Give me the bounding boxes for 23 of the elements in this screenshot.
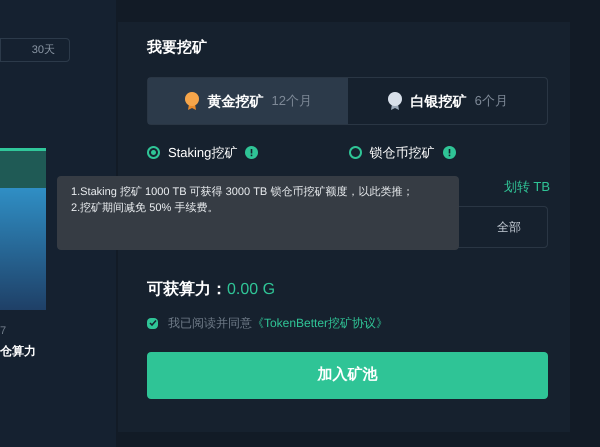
- radio-button[interactable]: [147, 146, 160, 160]
- period-selector[interactable]: 30天: [0, 38, 70, 62]
- chart-caption: 仓算力: [0, 345, 37, 357]
- agreement-link[interactable]: 《TokenBetter挖矿协议》: [252, 316, 388, 330]
- section-title: 我要挖矿: [147, 40, 208, 55]
- agreement-text: 我已阅读并同意: [168, 316, 252, 330]
- radio-button[interactable]: [348, 146, 362, 160]
- hashrate-value: 0.00 G: [227, 280, 276, 300]
- info-icon[interactable]: [245, 146, 258, 160]
- medal-icon: [386, 91, 403, 111]
- hashrate-label: 可获算力：: [147, 280, 227, 300]
- medal-icon: [184, 91, 200, 111]
- tooltip-text: 2.挖矿期间减免 50% 手续费。: [71, 200, 220, 216]
- axis-label: 7: [0, 326, 8, 337]
- agree-checkbox[interactable]: [147, 318, 158, 328]
- all-button[interactable]: 全部: [497, 218, 521, 236]
- plan-tab[interactable]: 白银挖矿 6个月: [348, 78, 547, 124]
- plan-tab[interactable]: 黄金挖矿 12个月: [148, 78, 348, 124]
- transfer-link[interactable]: 划转 TB: [504, 176, 550, 196]
- tooltip-text: 1.Staking 挖矿 1000 TB 可获得 3000 TB 锁仓币挖矿额度，以此类推；: [71, 184, 414, 200]
- mode-label: Staking挖矿: [168, 144, 238, 162]
- info-icon[interactable]: [442, 146, 456, 160]
- mode-label: 锁仓币挖矿: [370, 144, 434, 162]
